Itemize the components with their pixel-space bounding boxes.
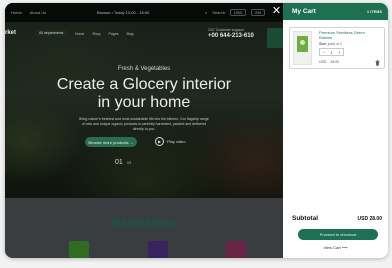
phone-number[interactable]: +00 644-213-610 <box>208 33 254 39</box>
checkout-button[interactable]: Proceed to checkout <box>298 229 378 240</box>
support-phone: 24/7 Customer support +00 644-213-610 <box>208 28 254 39</box>
header-cart-button[interactable] <box>267 28 283 48</box>
product-thumbnail[interactable] <box>226 241 246 258</box>
slide-current: 01 <box>115 159 123 166</box>
play-video-label: Play video <box>167 139 186 144</box>
topbar-promo: Browse • Today 10:00 - 18:00 <box>97 10 150 15</box>
size-value: pack of 1 <box>327 42 342 46</box>
hero-banner: rket All departments Home Shop Pages Blo… <box>5 22 283 198</box>
nav-item-pages[interactable]: Pages <box>109 32 119 36</box>
currency-select[interactable]: USD <box>229 9 247 16</box>
cart-item: Premium Seedless Green Raisins Size: pac… <box>289 27 385 69</box>
search-icon[interactable]: ⌕ <box>205 10 207 15</box>
hero-title-line2: in your home <box>97 94 191 111</box>
increase-qty-button[interactable]: + <box>335 50 343 55</box>
trash-icon[interactable] <box>375 60 380 66</box>
topbar-search-label[interactable]: Search <box>212 10 225 15</box>
topbar-link-about[interactable]: About Us <box>30 10 46 15</box>
cart-drawer: My Cart 1 ITEMS Premium Seedless Green R… <box>283 3 388 258</box>
phone-label: 24/7 Customer support <box>208 28 244 32</box>
nav-item-blog[interactable]: Blog <box>126 32 133 36</box>
topbar-link-home[interactable]: Home <box>11 10 22 15</box>
storefront-page: Home About Us Browse • Today 10:00 - 18:… <box>5 3 283 258</box>
section-heading: Bestsellers <box>111 216 177 230</box>
subtotal-row: Subtotal USD 28.00 <box>292 215 382 222</box>
price-currency: USD <box>319 60 327 64</box>
subtotal-label: Subtotal <box>292 215 318 222</box>
product-size: Size: pack of 1 <box>319 42 342 46</box>
top-bar: Home About Us Browse • Today 10:00 - 18:… <box>5 3 283 22</box>
main-nav: Home Shop Pages Blog <box>75 32 133 36</box>
product-image[interactable] <box>293 31 312 65</box>
cart-item-count: 1 ITEMS <box>366 9 382 14</box>
slide-total: 03 <box>126 160 132 165</box>
browse-products-button[interactable]: Browse more products → <box>85 137 137 147</box>
nav-item-shop[interactable]: Shop <box>92 32 100 36</box>
decrease-qty-button[interactable]: − <box>320 50 328 55</box>
product-thumbnail[interactable] <box>148 241 168 258</box>
departments-button[interactable]: All departments <box>35 30 68 36</box>
slide-indicator: 01 03 <box>115 159 131 166</box>
price-value: 28.00 <box>330 60 340 64</box>
cart-header: My Cart 1 ITEMS <box>283 3 388 20</box>
brand-logo[interactable]: rket <box>5 30 16 36</box>
quantity-value[interactable]: 1 <box>328 50 336 55</box>
product-thumbnail[interactable] <box>69 241 89 258</box>
cart-title: My Cart <box>292 8 316 15</box>
size-label: Size: <box>319 42 327 46</box>
close-icon[interactable]: ✕ <box>270 5 283 18</box>
view-cart-link[interactable]: View Cart ⟶ <box>283 245 388 250</box>
subtotal-value: USD 28.00 <box>357 215 382 222</box>
hero-title-line1: Create a Glocery interior <box>56 76 232 93</box>
language-select[interactable]: EN <box>251 9 265 16</box>
nav-item-home[interactable]: Home <box>75 32 84 36</box>
play-video-button[interactable]: ▶ Play video <box>155 137 185 146</box>
product-name[interactable]: Premium Seedless Green Raisins <box>319 30 377 41</box>
product-price: USD 28.00 <box>319 60 339 64</box>
quantity-stepper: − 1 + <box>319 48 344 56</box>
bestsellers-section: Bestsellers <box>5 198 283 258</box>
browser-frame: Home About Us Browse • Today 10:00 - 18:… <box>5 3 388 258</box>
play-icon: ▶ <box>155 137 164 146</box>
hero-description: Bring nature's freshest and most sustain… <box>79 117 209 131</box>
hero-tagline: Fresh & Vegetables <box>117 66 171 72</box>
